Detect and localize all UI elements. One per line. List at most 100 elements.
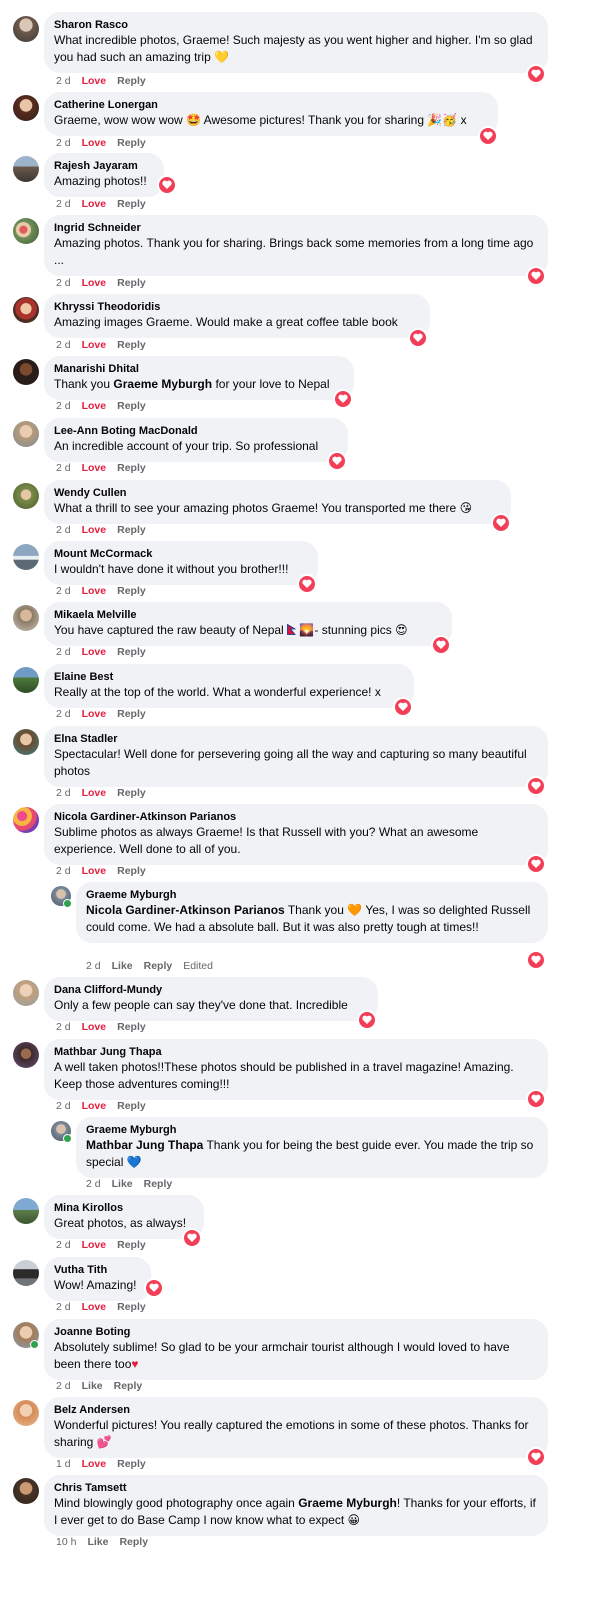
- comment-author[interactable]: Chris Tamsett: [54, 1481, 538, 1495]
- comment-time[interactable]: 2 d: [56, 461, 71, 475]
- comment-time[interactable]: 2 d: [56, 645, 71, 659]
- comment-time[interactable]: 2 d: [86, 1177, 101, 1191]
- love-button[interactable]: Love: [82, 276, 107, 290]
- love-reaction-badge[interactable]: [526, 64, 546, 84]
- like-button[interactable]: Like: [87, 1535, 108, 1549]
- like-button[interactable]: Like: [112, 1177, 133, 1191]
- mention-link[interactable]: Mathbar Jung Thapa: [86, 1138, 203, 1152]
- comment-author[interactable]: Rajesh Jayaram: [54, 159, 154, 173]
- comment-time[interactable]: 10 h: [56, 1535, 76, 1549]
- comment-author[interactable]: Ingrid Schneider: [54, 221, 538, 235]
- avatar[interactable]: [13, 1042, 39, 1068]
- comment-time[interactable]: 2 d: [56, 1300, 71, 1314]
- love-button[interactable]: Love: [82, 707, 107, 721]
- love-reaction-badge[interactable]: [431, 635, 451, 655]
- comment-time[interactable]: 2 d: [56, 584, 71, 598]
- reply-button[interactable]: Reply: [117, 645, 146, 659]
- reply-button[interactable]: Reply: [117, 461, 146, 475]
- reply-button[interactable]: Reply: [144, 959, 173, 973]
- reply-button[interactable]: Reply: [117, 276, 146, 290]
- comment-author[interactable]: Mikaela Melville: [54, 608, 442, 622]
- comment-author[interactable]: Wendy Cullen: [54, 486, 501, 500]
- love-reaction-badge[interactable]: [478, 126, 498, 146]
- avatar[interactable]: [13, 218, 39, 244]
- comment-time[interactable]: 2 d: [56, 338, 71, 352]
- love-reaction-badge[interactable]: [297, 574, 317, 594]
- love-button[interactable]: Love: [82, 645, 107, 659]
- reply-button[interactable]: Reply: [117, 338, 146, 352]
- comment-time[interactable]: 2 d: [56, 74, 71, 88]
- love-reaction-badge[interactable]: [526, 1447, 546, 1467]
- love-button[interactable]: Love: [82, 1238, 107, 1252]
- love-reaction-badge[interactable]: [526, 854, 546, 874]
- love-button[interactable]: Love: [82, 1020, 107, 1034]
- avatar[interactable]: [13, 1198, 39, 1224]
- comment-author[interactable]: Dana Clifford-Mundy: [54, 983, 368, 997]
- comment-author[interactable]: Mount McCormack: [54, 547, 308, 561]
- reply-button[interactable]: Reply: [117, 197, 146, 211]
- comment-author[interactable]: Joanne Boting: [54, 1325, 538, 1339]
- comment-time[interactable]: 2 d: [56, 1020, 71, 1034]
- mention-link[interactable]: Graeme Myburgh: [298, 1496, 397, 1510]
- reply-button[interactable]: Reply: [117, 864, 146, 878]
- comment-author[interactable]: Belz Andersen: [54, 1403, 538, 1417]
- reply-button[interactable]: Reply: [117, 584, 146, 598]
- love-reaction-badge[interactable]: [144, 1278, 164, 1298]
- avatar[interactable]: [13, 1400, 39, 1426]
- avatar[interactable]: [13, 16, 39, 42]
- love-reaction-badge[interactable]: [526, 266, 546, 286]
- love-reaction-badge[interactable]: [182, 1228, 202, 1248]
- comment-time[interactable]: 2 d: [56, 1238, 71, 1252]
- reply-button[interactable]: Reply: [117, 1020, 146, 1034]
- avatar[interactable]: [13, 605, 39, 631]
- comment-time[interactable]: 1 d: [56, 1457, 71, 1471]
- love-button[interactable]: Love: [82, 1300, 107, 1314]
- reply-button[interactable]: Reply: [117, 1457, 146, 1471]
- comment-author[interactable]: Elaine Best: [54, 670, 404, 684]
- love-button[interactable]: Love: [82, 584, 107, 598]
- comment-author[interactable]: Lee-Ann Boting MacDonald: [54, 424, 338, 438]
- comment-author[interactable]: Manarishi Dhital: [54, 362, 344, 376]
- avatar[interactable]: [13, 421, 39, 447]
- avatar[interactable]: [13, 359, 39, 385]
- comment-author[interactable]: Vutha Tith: [54, 1263, 141, 1277]
- avatar[interactable]: [13, 95, 39, 121]
- avatar[interactable]: [13, 1260, 39, 1286]
- comment-author[interactable]: Khryssi Theodoridis: [54, 300, 420, 314]
- love-reaction-badge[interactable]: [526, 776, 546, 796]
- comment-time[interactable]: 2 d: [56, 136, 71, 150]
- comment-author[interactable]: Sharon Rasco: [54, 18, 538, 32]
- reply-button[interactable]: Reply: [117, 523, 146, 537]
- reply-button[interactable]: Reply: [117, 74, 146, 88]
- love-reaction-badge[interactable]: [526, 1089, 546, 1109]
- comment-time[interactable]: 2 d: [86, 959, 101, 973]
- reply-button[interactable]: Reply: [119, 1535, 148, 1549]
- reply-button[interactable]: Reply: [117, 136, 146, 150]
- love-button[interactable]: Love: [82, 864, 107, 878]
- comment-time[interactable]: 2 d: [56, 1099, 71, 1113]
- reply-button[interactable]: Reply: [117, 1099, 146, 1113]
- love-button[interactable]: Love: [82, 136, 107, 150]
- love-reaction-badge[interactable]: [357, 1010, 377, 1030]
- love-reaction-badge[interactable]: [327, 451, 347, 471]
- love-reaction-badge[interactable]: [157, 175, 177, 195]
- comment-time[interactable]: 2 d: [56, 197, 71, 211]
- reply-button[interactable]: Reply: [144, 1177, 173, 1191]
- avatar[interactable]: [13, 807, 39, 833]
- comment-author[interactable]: Elna Stadler: [54, 732, 538, 746]
- comment-time[interactable]: 2 d: [56, 523, 71, 537]
- comment-author[interactable]: Graeme Myburgh: [86, 1123, 538, 1137]
- avatar[interactable]: [13, 667, 39, 693]
- love-button[interactable]: Love: [82, 399, 107, 413]
- comment-time[interactable]: 2 d: [56, 399, 71, 413]
- comment-time[interactable]: 2 d: [56, 707, 71, 721]
- love-button[interactable]: Love: [82, 338, 107, 352]
- reply-button[interactable]: Reply: [117, 1300, 146, 1314]
- love-button[interactable]: Love: [82, 74, 107, 88]
- comment-author[interactable]: Mina Kirollos: [54, 1201, 194, 1215]
- love-reaction-badge[interactable]: [408, 328, 428, 348]
- love-button[interactable]: Love: [82, 1099, 107, 1113]
- comment-author[interactable]: Graeme Myburgh: [86, 888, 538, 902]
- reply-button[interactable]: Reply: [117, 786, 146, 800]
- love-button[interactable]: Love: [82, 523, 107, 537]
